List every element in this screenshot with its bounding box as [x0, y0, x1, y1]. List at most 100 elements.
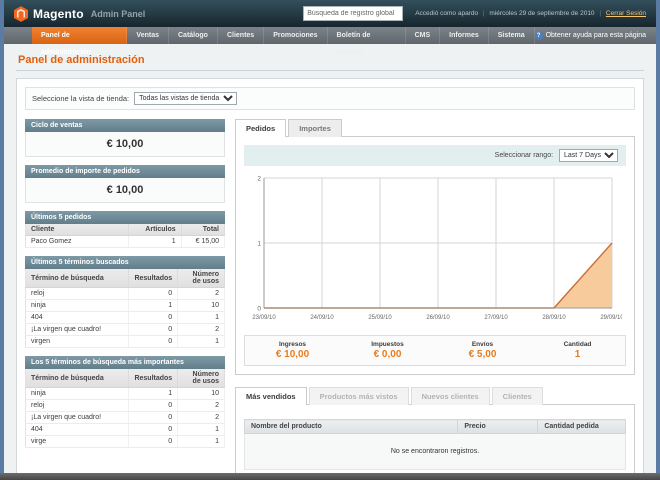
diagram-tabs: Pedidos Importes [235, 119, 635, 137]
table-cell: virgen [25, 335, 130, 348]
column-header: Término de búsqueda [25, 269, 130, 288]
table-row[interactable]: reloj 0 2 [25, 399, 225, 412]
average-orders-value: € 10,00 [25, 178, 225, 203]
orders-area-chart: 0 1 2 23/09/10 24/09/10 25/09/10 26/09/10 27/09… [252, 176, 624, 322]
table-cell: ninja [25, 387, 130, 400]
column-header: Resultados [128, 269, 179, 288]
svg-text:2: 2 [257, 176, 261, 183]
table-cell: 0 [128, 399, 179, 412]
svg-text:1: 1 [257, 241, 261, 248]
grid-tabs: Más vendidos Productos más vistos Nuevos c… [235, 387, 635, 405]
svg-text:24/09/10: 24/09/10 [310, 315, 334, 321]
total-value: € 5,00 [468, 349, 497, 360]
browser-page: Magento Admin Panel Accedió como apardo … [0, 0, 660, 473]
table-cell: 2 [177, 411, 225, 424]
totals-bar: Ingresos € 10,00 Impuestos € 0,00 Envíos € 5,… [244, 335, 626, 366]
header-row: Cliente Artículos Total [25, 224, 226, 236]
current-date: miércoles 29 de septiembre de 2010 [489, 10, 595, 17]
dashboard-panel: Seleccione la vista de tienda: Todas las… [16, 78, 644, 473]
nav-item-customers[interactable]: Clientes [218, 27, 265, 44]
tab-amounts[interactable]: Importes [288, 119, 342, 137]
top-search-table-host: Término de búsqueda Resultados Número de u… [25, 369, 225, 448]
widget-last-search-terms: Últimos 5 términos buscados Término de b… [25, 256, 225, 348]
last-orders-table-host: Cliente Artículos Total Paco Gomez 1 € 15,00 [25, 224, 226, 248]
svg-text:27/09/10: 27/09/10 [484, 315, 508, 321]
table-cell: 0 [128, 287, 179, 300]
login-info: Accedió como apardo | miércoles 29 de se… [415, 10, 646, 17]
table-row[interactable]: Paco Gomez 1 € 15,00 [25, 235, 226, 248]
table-row[interactable]: ninja 1 10 [25, 299, 225, 312]
tab-orders[interactable]: Pedidos [235, 119, 287, 137]
widget-title: Últimos 5 términos buscados [25, 256, 225, 269]
total-cantidad: Cantidad 1 [530, 336, 625, 365]
table-cell: 0 [128, 323, 179, 336]
svg-text:25/09/10: 25/09/10 [368, 315, 392, 321]
table-cell: 2 [177, 399, 225, 412]
table-row[interactable]: 404 0 1 [25, 311, 225, 324]
table-cell: ¡La virgen que cuadro! [25, 323, 130, 336]
table-row[interactable]: reloj 0 2 [25, 287, 225, 300]
table-row[interactable]: ninja 1 10 [25, 387, 225, 400]
chart-container: 0 1 2 23/09/10 24/09/10 25/09/10 26/09/10 27/09… [244, 166, 626, 329]
grid-header-row: Nombre del producto Precio Cantidad pedida [243, 419, 626, 434]
table-cell: 2 [177, 323, 225, 336]
table-row[interactable]: 404 0 1 [25, 423, 225, 436]
bestsellers-tab-panel: Nombre del producto Precio Cantidad pedida… [235, 404, 635, 473]
column-header: Resultados [128, 369, 179, 388]
content: Panel de administración Seleccione la vi… [4, 44, 656, 473]
range-toolbar: Seleccionar rango: Last 7 Days [244, 145, 626, 166]
range-select[interactable]: Last 7 Days [559, 149, 618, 162]
total-value: 1 [574, 349, 581, 360]
table-cell: 0 [128, 335, 179, 348]
table-cell: 0 [128, 423, 179, 436]
range-label: Seleccionar rango: [494, 152, 554, 159]
logout-link[interactable]: Cerrar Sesión [606, 10, 646, 17]
nav-item-sales[interactable]: Ventas [127, 27, 169, 44]
nav-item-reports[interactable]: Informes [440, 27, 489, 44]
nav-item-dashboard[interactable]: Panel de administración [32, 27, 128, 56]
table-cell: 10 [177, 299, 225, 312]
tab-customers[interactable]: Clientes [491, 387, 543, 405]
table-row[interactable]: virge 0 1 [25, 435, 225, 448]
magento-logo-icon [14, 5, 28, 22]
empty-message: No se encontraron registros. [244, 433, 626, 470]
last-search-table-host: Término de búsqueda Resultados Número de u… [25, 269, 225, 348]
table-cell: 1 [177, 311, 225, 324]
nav-item-promotions[interactable]: Promociones [264, 27, 328, 44]
tab-bestsellers[interactable]: Más vendidos [235, 387, 307, 405]
main-nav: Panel de administración Ventas Catálogo Cli… [32, 27, 535, 56]
taskbar-strip [0, 473, 660, 480]
tab-most-viewed[interactable]: Productos más vistos [308, 387, 409, 405]
total-label: Envíos [471, 341, 494, 348]
nav-item-cms[interactable]: CMS [406, 27, 441, 44]
help-link[interactable]: ? Obtener ayuda para esta página [534, 27, 656, 44]
global-search-input[interactable] [303, 6, 404, 21]
store-view-select[interactable]: Todas las vistas de tienda [134, 92, 238, 105]
table-cell: 0 [128, 435, 179, 448]
nav-item-catalog[interactable]: Catálogo [169, 27, 218, 44]
table-row[interactable]: ¡La virgen que cuadro! 0 2 [25, 323, 225, 336]
table-cell: 404 [25, 311, 130, 324]
table-cell: 2 [177, 287, 225, 300]
left-column: Ciclo de ventas € 10,00 Promedio de impo… [25, 119, 226, 456]
widget-top-search-terms: Los 5 términos de búsqueda más important… [25, 356, 225, 448]
app-header: Magento Admin Panel Accedió como apardo … [4, 0, 656, 27]
nav-item-newsletter[interactable]: Boletín de noticias [328, 27, 406, 56]
table-cell: 1 [128, 299, 179, 312]
help-label: Obtener ayuda para esta página [545, 32, 646, 39]
total-label: Cantidad [563, 341, 592, 348]
column-header: Número de usos [177, 369, 225, 388]
brand-name: Magento [33, 6, 84, 21]
table-cell: Paco Gomez [25, 235, 130, 248]
table-row[interactable]: virgen 0 1 [25, 335, 225, 348]
table-cell: 1 [177, 435, 225, 448]
grid-column-header: Precio [457, 419, 539, 434]
grid-column-header: Cantidad pedida [537, 419, 626, 434]
nav-item-system[interactable]: Sistema [489, 27, 535, 44]
table-row[interactable]: ¡La virgen que cuadro! 0 2 [25, 411, 225, 424]
tab-new-customers[interactable]: Nuevos clientes [410, 387, 490, 405]
right-column: Pedidos Importes Seleccionar rango: Last … [235, 119, 635, 473]
column-header: Número de usos [177, 269, 225, 288]
total-value: € 10,00 [275, 349, 310, 360]
svg-text:29/09/10: 29/09/10 [600, 315, 622, 321]
